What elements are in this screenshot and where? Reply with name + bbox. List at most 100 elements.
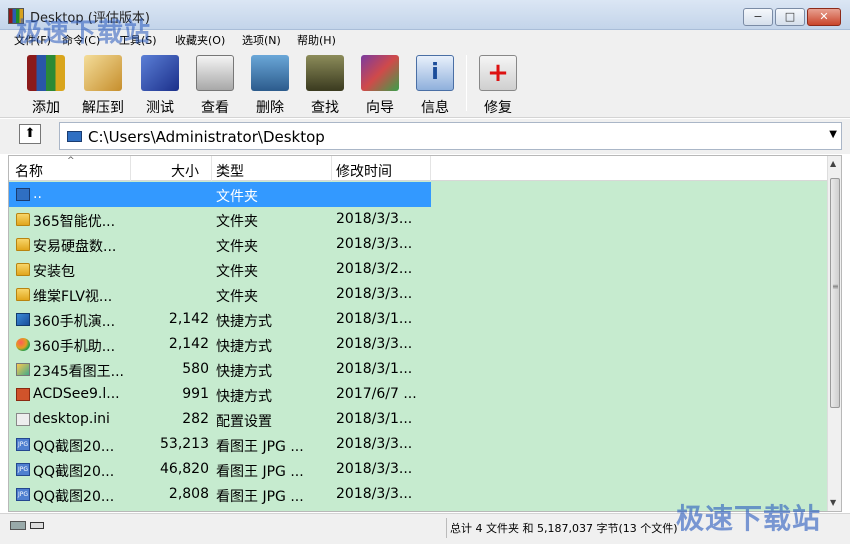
header-divider: [331, 156, 332, 181]
shortcut-ball-icon: [16, 338, 30, 351]
file-name: 2345看图王...: [33, 364, 124, 380]
menu-help[interactable]: 帮助(H): [297, 32, 336, 48]
menu-favorites[interactable]: 收藏夹(O): [175, 32, 225, 48]
file-modified: 2018/3/3...: [336, 286, 413, 302]
table-row[interactable]: 2345看图王... 580 快捷方式 2018/3/1...: [9, 357, 431, 382]
repair-label: 修复: [484, 100, 512, 116]
wizard-icon: [361, 55, 399, 91]
add-label: 添加: [32, 100, 60, 116]
table-row[interactable]: 安易硬盘数... 文件夹 2018/3/3...: [9, 232, 431, 257]
scroll-grip-icon: ≡: [832, 282, 839, 291]
file-type: 配置设置: [216, 414, 272, 430]
scroll-thumb[interactable]: [830, 178, 840, 408]
file-name: QQ截图20...: [33, 439, 115, 455]
file-type: 快捷方式: [216, 364, 272, 380]
table-row[interactable]: 安装包 文件夹 2018/3/2...: [9, 257, 431, 282]
address-bar: ⬆ C:\Users\Administrator\Desktop ▼: [0, 119, 850, 154]
computer-icon: [67, 131, 82, 142]
parent-folder-icon: [16, 188, 30, 201]
file-modified: 2018/3/1...: [336, 411, 413, 427]
file-size: 282: [182, 411, 209, 427]
scroll-up-arrow[interactable]: ▲: [830, 159, 836, 168]
menu-options[interactable]: 选项(N): [242, 32, 281, 48]
file-modified: 2018/3/3...: [336, 436, 413, 452]
status-icons: [10, 521, 46, 533]
shortcut-icon: [16, 313, 30, 326]
file-type: 文件夹: [216, 264, 258, 280]
file-size: 2,808: [168, 486, 209, 502]
up-one-level-button[interactable]: ⬆: [19, 124, 41, 144]
toolbar: 添加 解压到 测试 查看 删除 查找 向导 i 信息 修复: [0, 49, 850, 118]
file-type: 文件夹: [216, 289, 258, 305]
file-name: 365智能优...: [33, 214, 116, 230]
file-name: 安易硬盘数...: [33, 239, 117, 255]
file-size: 2,142: [168, 336, 209, 352]
vertical-scrollbar[interactable]: ▲ ≡ ▼: [827, 156, 841, 511]
file-modified: 2018/3/2...: [336, 261, 413, 277]
table-row[interactable]: ACDSee9.l... 991 快捷方式 2017/6/7 ...: [9, 382, 431, 407]
status-divider: [446, 518, 447, 538]
table-row[interactable]: 360手机助... 2,142 快捷方式 2018/3/3...: [9, 332, 431, 357]
status-summary: 总计 4 文件夹 和 5,187,037 字节(13 个文件): [450, 522, 678, 535]
file-type: 看图王 JPG ...: [216, 439, 304, 455]
file-name: QQ截图20...: [33, 489, 115, 505]
table-row[interactable]: 365智能优... 文件夹 2018/3/3...: [9, 207, 431, 232]
image-viewer-icon: [16, 363, 30, 376]
header-divider: [211, 156, 212, 181]
header-divider: [430, 156, 431, 181]
scroll-down-arrow[interactable]: ▼: [830, 498, 836, 507]
file-type: 快捷方式: [216, 314, 272, 330]
table-row[interactable]: 360手机演... 2,142 快捷方式 2018/3/1...: [9, 307, 431, 332]
table-row[interactable]: JPG QQ截图20... 2,808 看图王 JPG ... 2018/3/3…: [9, 482, 431, 507]
chevron-down-icon[interactable]: ▼: [829, 129, 837, 140]
ini-file-icon: [16, 413, 30, 426]
find-button[interactable]: 查找: [300, 53, 350, 116]
table-row[interactable]: JPG QQ截图20... 53,213 看图王 JPG ... 2018/3/…: [9, 432, 431, 457]
info-button[interactable]: i 信息: [410, 53, 460, 116]
sort-ascending-icon: ^: [67, 156, 75, 166]
jpg-file-icon: JPG: [16, 438, 30, 451]
file-list[interactable]: 名称 ^ 大小 类型 修改时间 .. 文件夹 365智能优... 文件夹 201…: [8, 155, 842, 512]
file-type: 快捷方式: [216, 389, 272, 405]
wizard-label: 向导: [366, 100, 394, 116]
file-name: QQ截图20...: [33, 464, 115, 480]
wizard-button[interactable]: 向导: [355, 53, 405, 116]
repair-icon: [479, 55, 517, 91]
key-icon[interactable]: [30, 522, 44, 529]
view-label: 查看: [201, 100, 229, 116]
repair-button[interactable]: 修复: [473, 53, 523, 116]
extract-to-button[interactable]: 解压到: [78, 53, 128, 116]
minimize-button[interactable]: −: [743, 8, 773, 26]
extract-label: 解压到: [82, 100, 124, 116]
close-button[interactable]: ✕: [807, 8, 841, 26]
file-size: 580: [182, 361, 209, 377]
path-text: C:\Users\Administrator\Desktop: [88, 128, 325, 146]
table-row[interactable]: desktop.ini 282 配置设置 2018/3/1...: [9, 407, 431, 432]
file-modified: 2018/3/1...: [336, 311, 413, 327]
maximize-button[interactable]: □: [775, 8, 805, 26]
drive-icon[interactable]: [10, 521, 26, 530]
view-button[interactable]: 查看: [190, 53, 240, 116]
table-row[interactable]: JPG QQ截图20... 46,820 看图王 JPG ... 2018/3/…: [9, 457, 431, 482]
file-type: 文件夹: [216, 239, 258, 255]
table-row[interactable]: .. 文件夹: [9, 182, 431, 207]
test-button[interactable]: 测试: [135, 53, 185, 116]
delete-button[interactable]: 删除: [245, 53, 295, 116]
column-modified-header[interactable]: 修改时间: [336, 161, 392, 181]
file-modified: 2018/3/3...: [336, 236, 413, 252]
column-name-header[interactable]: 名称: [15, 161, 43, 181]
path-combobox[interactable]: C:\Users\Administrator\Desktop ▼: [59, 122, 842, 150]
add-button[interactable]: 添加: [21, 53, 71, 116]
delete-label: 删除: [256, 100, 284, 116]
column-type-header[interactable]: 类型: [216, 161, 244, 181]
file-name: 维棠FLV视...: [33, 289, 113, 305]
watermark-top: 极速下载站: [16, 18, 152, 48]
jpg-file-icon: JPG: [16, 488, 30, 501]
jpg-file-icon: JPG: [16, 463, 30, 476]
column-size-header[interactable]: 大小: [171, 161, 199, 181]
find-label: 查找: [311, 100, 339, 116]
file-type: 文件夹: [216, 189, 258, 205]
table-row[interactable]: 维棠FLV视... 文件夹 2018/3/3...: [9, 282, 431, 307]
file-name: 360手机助...: [33, 339, 116, 355]
folder-icon: [16, 263, 30, 276]
